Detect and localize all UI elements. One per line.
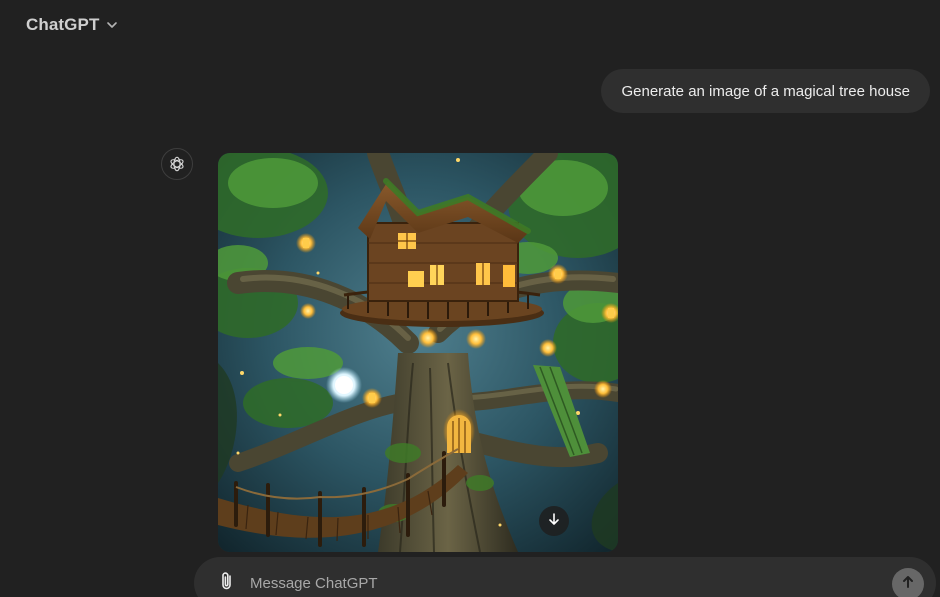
message-composer — [194, 557, 936, 597]
chat-app: ChatGPT Generate an image of a magical t… — [0, 0, 940, 597]
model-switcher[interactable]: ChatGPT — [18, 10, 127, 40]
generated-image[interactable] — [218, 153, 618, 552]
header: ChatGPT — [0, 0, 940, 50]
send-button[interactable] — [892, 568, 924, 597]
download-button[interactable] — [539, 506, 569, 536]
paperclip-icon — [218, 571, 236, 596]
arrow-up-icon — [901, 575, 915, 594]
chevron-down-icon — [105, 18, 119, 32]
attach-button[interactable] — [216, 571, 238, 595]
message-input[interactable] — [250, 571, 850, 595]
openai-logo-icon — [161, 148, 193, 180]
model-name: ChatGPT — [26, 15, 100, 34]
arrow-down-icon — [547, 512, 561, 531]
user-message: Generate an image of a magical tree hous… — [601, 69, 930, 113]
tree-house-illustration — [218, 153, 618, 552]
